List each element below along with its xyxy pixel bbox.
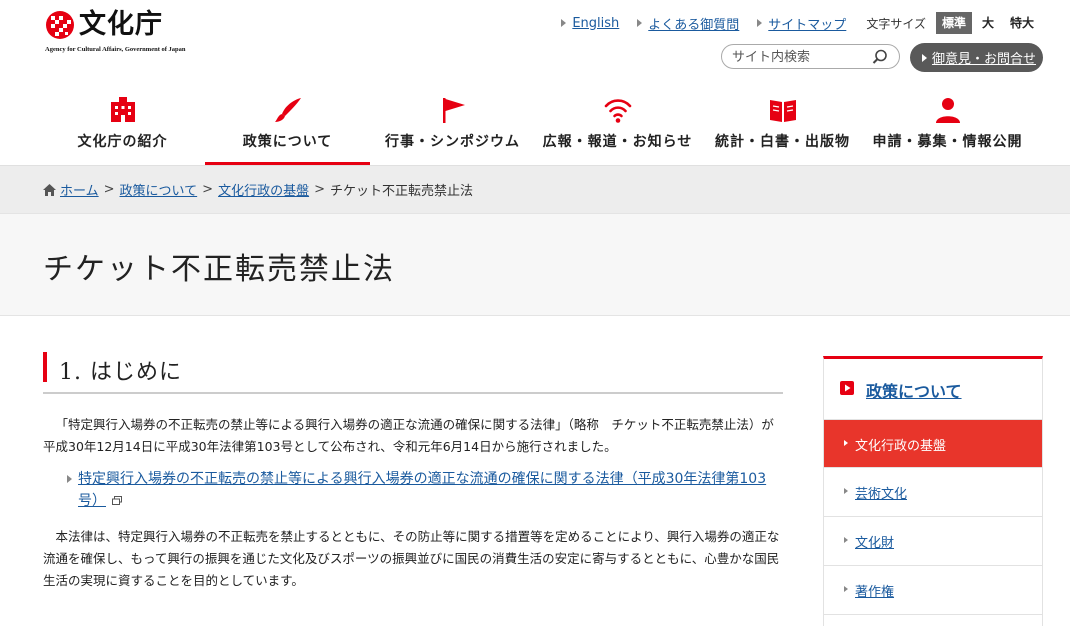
breadcrumb-separator: >	[103, 182, 115, 197]
search-icon[interactable]	[871, 48, 889, 66]
page-title: チケット不正転売禁止法	[43, 252, 395, 287]
contact-button[interactable]: 御意見・お問合せ	[910, 43, 1043, 72]
breadcrumb-bar: ホーム > 政策について > 文化行政の基盤 > チケット不正転売禁止法	[0, 165, 1070, 213]
breadcrumb-current: チケット不正転売禁止法	[329, 184, 473, 199]
gnav-label: 政策について	[242, 134, 333, 150]
font-size-label: 文字サイズ	[866, 16, 926, 31]
side-nav: 政策について 文化行政の基盤 芸術文化 文化財 著作権	[823, 356, 1043, 626]
heading-accent-bar	[43, 352, 47, 382]
gnav-item-policy[interactable]: 政策について	[205, 88, 370, 165]
arrow-right-icon	[844, 440, 848, 446]
section-heading-text: 1. はじめに	[59, 360, 182, 385]
gnav-item-publications[interactable]: 統計・白書・出版物	[700, 88, 865, 165]
external-link-icon	[112, 496, 122, 505]
faq-link[interactable]: よくある御質問	[637, 14, 739, 33]
utility-nav: English よくある御質問 サイトマップ 文字サイズ 標準 大 特大	[543, 12, 1040, 34]
gnav-item-events[interactable]: 行事・シンポジウム	[370, 88, 535, 165]
breadcrumb: ホーム > 政策について > 文化行政の基盤 > チケット不正転売禁止法	[43, 180, 473, 199]
section-heading: 1. はじめに	[43, 352, 783, 394]
site-header: 文化庁 Agency for Cultural Affairs, Governm…	[0, 0, 1070, 165]
home-icon	[43, 183, 56, 196]
logo-text: 文化庁	[79, 9, 163, 40]
gnav-label: 行事・シンポジウム	[385, 134, 520, 150]
side-nav-item-cultural-properties[interactable]: 文化財	[824, 517, 1042, 566]
breadcrumb-policy-link[interactable]: 政策について	[120, 180, 198, 199]
law-text-link[interactable]: 特定興行入場券の不正転売の禁止等による興行入場券の適正な流通の確保に関する法律（…	[67, 468, 783, 512]
arrow-right-icon	[67, 475, 72, 483]
gnav-label: 文化庁の紹介	[77, 134, 168, 150]
breadcrumb-separator: >	[314, 182, 325, 197]
side-nav-item-arts[interactable]: 芸術文化	[824, 468, 1042, 517]
arrow-right-icon	[844, 586, 848, 592]
side-nav-title-link[interactable]: 政策について	[866, 378, 962, 402]
broadcast-icon	[604, 99, 632, 123]
law-link-item: 特定興行入場券の不正転売の禁止等による興行入場券の適正な流通の確保に関する法律（…	[67, 468, 783, 512]
logo-mark-icon	[46, 11, 74, 39]
english-link[interactable]: English	[561, 16, 619, 31]
site-search	[721, 44, 900, 69]
page-title-bar: チケット不正転売禁止法	[0, 213, 1070, 316]
intro-paragraph: 「特定興行入場券の不正転売の禁止等による興行入場券の適正な流通の確保に関する法律…	[43, 417, 774, 454]
building-icon	[111, 97, 135, 122]
font-size-xlarge-button[interactable]: 特大	[1004, 12, 1040, 34]
arrow-right-icon	[561, 19, 567, 27]
play-icon	[840, 381, 854, 395]
gnav-item-news[interactable]: 広報・報道・お知らせ	[535, 88, 700, 165]
arrow-right-icon	[922, 53, 927, 62]
flag-icon	[443, 98, 465, 123]
gnav-item-about[interactable]: 文化庁の紹介	[40, 88, 205, 165]
gnav-label: 申請・募集・情報公開	[872, 134, 1023, 150]
sitemap-link[interactable]: サイトマップ	[757, 14, 846, 33]
breadcrumb-foundation-link[interactable]: 文化行政の基盤	[218, 180, 309, 199]
arrow-right-icon	[637, 19, 643, 27]
breadcrumb-home-link[interactable]: ホーム	[60, 180, 99, 199]
font-size-standard-button[interactable]: 標準	[935, 12, 972, 34]
arrow-right-icon	[844, 537, 848, 543]
gnav-label: 広報・報道・お知らせ	[542, 134, 693, 150]
brush-icon	[275, 98, 301, 122]
logo-subtitle: Agency for Cultural Affairs, Government …	[45, 46, 186, 53]
gnav-item-applications[interactable]: 申請・募集・情報公開	[865, 88, 1030, 165]
purpose-paragraph: 本法律は、特定興行入場券の不正転売を禁止するとともに、その防止等に関する措置等を…	[43, 529, 780, 588]
person-icon	[936, 98, 960, 123]
side-nav-item-copyright[interactable]: 著作権	[824, 566, 1042, 615]
search-input[interactable]	[732, 48, 872, 66]
main-content: 1. はじめに 「特定興行入場券の不正転売の禁止等による興行入場券の適正な流通の…	[43, 352, 783, 588]
agency-logo[interactable]: 文化庁 Agency for Cultural Affairs, Governm…	[45, 9, 190, 56]
gnav-label: 統計・白書・出版物	[715, 134, 850, 150]
side-nav-item-foundation[interactable]: 文化行政の基盤	[824, 420, 1042, 468]
arrow-right-icon	[844, 488, 848, 494]
global-nav: 文化庁の紹介 政策について 行事・シンポジウム 広報・報道・お知らせ 統計・白書…	[40, 88, 1030, 165]
book-icon	[770, 100, 796, 122]
font-size-large-button[interactable]: 大	[976, 12, 1000, 34]
arrow-right-icon	[757, 19, 763, 27]
side-nav-header: 政策について	[824, 359, 1042, 420]
breadcrumb-separator: >	[202, 182, 214, 197]
